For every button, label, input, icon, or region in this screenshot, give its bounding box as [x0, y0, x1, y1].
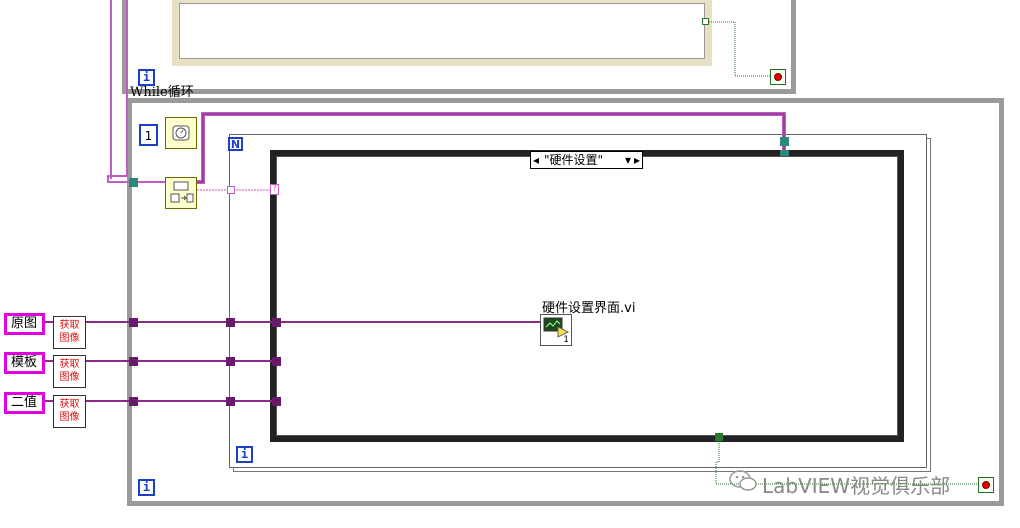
- main-loop-iteration-terminal: i: [138, 479, 155, 496]
- hardware-settings-subvi[interactable]: 1: [540, 314, 572, 346]
- wire-layer: [44, 0, 980, 485]
- bottom-stop-tunnel: [715, 433, 723, 441]
- get-image-node-3[interactable]: 获取 图像: [53, 395, 86, 428]
- tunnel-1-while: [129, 318, 138, 327]
- get-image-node-2[interactable]: 获取 图像: [53, 355, 86, 388]
- tunnel-selector-for: [227, 186, 235, 194]
- subvi-terminal-number: 1: [563, 335, 569, 345]
- get-image-node-1[interactable]: 获取 图像: [53, 316, 86, 349]
- tunnel-3-for: [226, 397, 235, 406]
- watermark-text: LabVIEW视觉俱乐部: [762, 474, 951, 498]
- refnum-wire-up-core: [197, 113, 785, 183]
- tunnel-refnum-case: [780, 137, 789, 146]
- tunnel-3-while: [129, 397, 138, 406]
- control-template[interactable]: 模板: [4, 352, 45, 374]
- refnum-wire: [107, 0, 165, 183]
- tunnel-1-case: [272, 318, 281, 327]
- wechat-icon: [728, 468, 758, 498]
- tunnel-2-while: [129, 357, 138, 366]
- case-selector-terminal: ?: [270, 184, 279, 195]
- control-original-image[interactable]: 原图: [4, 313, 45, 335]
- tunnel-2-for: [226, 357, 235, 366]
- tunnel-2-case: [272, 357, 281, 366]
- tunnel-3-case: [272, 397, 281, 406]
- tunnel-refnum-while: [129, 178, 138, 187]
- control-binary[interactable]: 二值: [4, 392, 45, 414]
- top-stop-wire: [707, 21, 770, 77]
- refnum-wire-up: [197, 112, 786, 184]
- main-stop-terminal[interactable]: [978, 477, 994, 493]
- tunnel-1-for: [226, 318, 235, 327]
- top-stop-tunnel: [702, 18, 709, 25]
- tunnel-refnum-case-2: [780, 150, 789, 156]
